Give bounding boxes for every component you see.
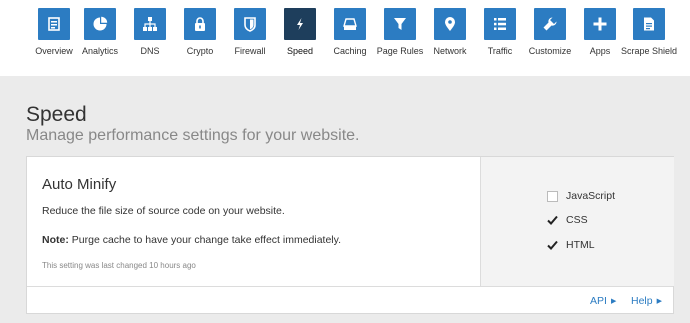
lock-icon [184, 8, 216, 40]
option-label: HTML [566, 239, 595, 251]
minify-options: JavaScript CSS HTML [480, 157, 674, 286]
filter-icon [384, 8, 416, 40]
note-label: Note: [42, 234, 69, 246]
help-link[interactable]: Help ▶ [631, 295, 662, 307]
auto-minify-card: Auto Minify Reduce the file size of sour… [26, 156, 674, 314]
page-title: Speed [26, 103, 87, 126]
option-html[interactable]: HTML [547, 238, 595, 252]
option-label: JavaScript [566, 190, 616, 202]
page-subtitle: Manage performance settings for your web… [26, 127, 360, 144]
option-label: CSS [566, 214, 588, 226]
nav-item-scrape-shield[interactable]: Scrape Shield [619, 8, 679, 57]
top-navigation: Overview Analytics DNS Crypto Firewall S… [0, 0, 690, 76]
wrench-icon [534, 8, 566, 40]
html-checkbox[interactable] [547, 240, 558, 251]
bolt-icon [284, 8, 316, 40]
overview-icon [38, 8, 70, 40]
note-text: Purge cache to have your change take eff… [68, 234, 342, 246]
checkmark-icon [547, 240, 558, 250]
shield-icon [234, 8, 266, 40]
javascript-checkbox[interactable] [547, 190, 558, 202]
checkmark-icon [547, 215, 558, 225]
help-link-label: Help [631, 295, 653, 307]
caret-right-icon: ▶ [610, 298, 617, 305]
card-title: Auto Minify [42, 176, 117, 193]
card-body: Auto Minify Reduce the file size of sour… [27, 157, 480, 286]
card-note: Note: Purge cache to have your change ta… [42, 234, 341, 246]
plus-icon [584, 8, 616, 40]
document-icon [633, 8, 665, 40]
location-pin-icon [434, 8, 466, 40]
css-checkbox[interactable] [547, 215, 558, 226]
caret-right-icon: ▶ [656, 298, 662, 305]
card-description: Reduce the file size of source code on y… [42, 205, 285, 217]
list-icon [484, 8, 516, 40]
nav-label: Scrape Shield [620, 46, 678, 56]
option-css[interactable]: CSS [547, 213, 588, 227]
sitemap-icon [134, 8, 166, 40]
card-footer: API ▶ Help ▶ [27, 286, 673, 314]
api-link-label: API [590, 295, 607, 307]
drive-icon [334, 8, 366, 40]
option-javascript[interactable]: JavaScript [547, 189, 615, 203]
last-changed-text: This setting was last changed 10 hours a… [42, 261, 196, 270]
pie-chart-icon [84, 8, 116, 40]
api-link[interactable]: API ▶ [590, 295, 616, 307]
